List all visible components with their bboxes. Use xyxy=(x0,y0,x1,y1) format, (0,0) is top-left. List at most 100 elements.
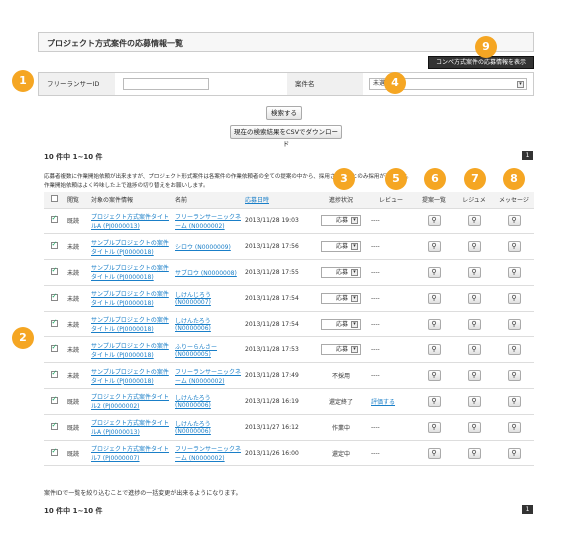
status-select[interactable]: 応募 ▾ xyxy=(321,292,361,304)
project-link[interactable]: プロジェクト方式案件タイトルA (PJ0000013) xyxy=(91,420,169,436)
compe-info-button[interactable]: コンペ方式案件の応募情報を表示 xyxy=(428,56,534,69)
project-link[interactable]: サンプルプロジェクトの案件タイトル (PJ0000018) xyxy=(91,343,169,359)
status-select[interactable]: 応募 ▾ xyxy=(321,241,361,253)
resume-view-button[interactable]: ⚲ xyxy=(467,241,481,253)
status-text: 不採用 xyxy=(331,373,350,381)
project-link[interactable]: プロジェクト方式案件タイトル2 (PJ0000002) xyxy=(91,394,169,410)
message-view-button[interactable]: ⚲ xyxy=(507,241,521,253)
resume-cell: ⚲ xyxy=(454,311,494,338)
read-status: 未読 xyxy=(64,336,88,364)
message-view-button[interactable]: ⚲ xyxy=(507,370,521,382)
project-link[interactable]: サンプルプロジェクトの案件タイトル (PJ0000018) xyxy=(91,317,169,333)
row-checkbox[interactable] xyxy=(50,447,58,456)
status-cell: 応募 ▾ xyxy=(314,285,368,312)
proposals-cell: ⚲ xyxy=(414,388,454,415)
row-checkbox[interactable] xyxy=(50,421,58,430)
freelancer-link[interactable]: しけんたろう (N0000006) xyxy=(175,421,211,435)
review-cell: ---- xyxy=(368,362,414,390)
project-link[interactable]: サンプルプロジェクトの案件タイトル (PJ0000018) xyxy=(91,240,169,256)
resume-view-button[interactable]: ⚲ xyxy=(467,395,481,407)
proposals-view-button[interactable]: ⚲ xyxy=(427,344,441,356)
pager-page-1-bottom[interactable]: 1 xyxy=(522,505,533,514)
message-view-button[interactable]: ⚲ xyxy=(507,292,521,304)
csv-download-button[interactable]: 現在の検索結果をCSVでダウンロード xyxy=(230,125,342,148)
status-cell: 応募 ▾ xyxy=(314,208,368,235)
row-checkbox[interactable] xyxy=(50,343,58,353)
message-view-button[interactable]: ⚲ xyxy=(507,447,521,459)
resume-view-button[interactable]: ⚲ xyxy=(467,447,481,459)
project-link[interactable]: プロジェクト方式案件タイトル7 (PJ0000007) xyxy=(91,446,169,462)
resume-view-button[interactable]: ⚲ xyxy=(467,266,481,278)
row-checkbox[interactable] xyxy=(50,369,58,379)
header-date[interactable]: 応募日時 xyxy=(242,192,314,209)
header-select-all[interactable] xyxy=(44,192,64,209)
project-link[interactable]: サンプルプロジェクトの案件タイトル (PJ0000018) xyxy=(91,369,169,385)
freelancer-link[interactable]: しけんたろう (N0000006) xyxy=(175,318,211,332)
status-select[interactable]: 応募 ▾ xyxy=(321,215,361,227)
row-select-cell xyxy=(44,285,64,312)
row-checkbox[interactable] xyxy=(50,318,58,327)
resume-view-button[interactable]: ⚲ xyxy=(467,215,481,227)
freelancer-id-input[interactable] xyxy=(123,78,209,90)
message-view-button[interactable]: ⚲ xyxy=(507,395,521,407)
row-checkbox[interactable] xyxy=(50,214,58,224)
proposals-view-button[interactable]: ⚲ xyxy=(427,241,441,253)
status-select[interactable]: 応募 ▾ xyxy=(321,266,361,278)
proposals-view-button[interactable]: ⚲ xyxy=(427,292,441,304)
freelancer-id-label: フリーランサーID xyxy=(39,73,115,95)
row-select-cell xyxy=(44,440,64,467)
resume-view-button[interactable]: ⚲ xyxy=(467,318,481,330)
message-view-button[interactable]: ⚲ xyxy=(507,421,521,433)
freelancer-link[interactable]: サブロウ (N0000008) xyxy=(175,270,237,277)
resume-view-button[interactable]: ⚲ xyxy=(467,292,481,304)
notice-line-1: 応募者複数に作業開始依頼が出来ますが、プロジェクト形式案件は各案件の作業依頼者の… xyxy=(44,174,412,180)
page-title: プロジェクト方式案件の応募情報一覧 xyxy=(38,32,534,52)
pager-page-1-top[interactable]: 1 xyxy=(522,151,533,160)
freelancer-link[interactable]: フリーランサーニックネーム (N0000002) xyxy=(175,446,241,462)
header-status: 進捗状況 xyxy=(314,192,368,209)
freelancer-link[interactable]: しけんたろう (N0000006) xyxy=(175,395,211,409)
message-view-button[interactable]: ⚲ xyxy=(507,215,521,227)
row-select-cell xyxy=(44,311,64,338)
status-select[interactable]: 応募 ▾ xyxy=(321,318,361,330)
message-view-button[interactable]: ⚲ xyxy=(507,318,521,330)
project-link[interactable]: サンプルプロジェクトの案件タイトル (PJ0000018) xyxy=(91,265,169,281)
freelancer-link[interactable]: しけんじろう (N0000007) xyxy=(175,292,211,306)
resume-view-button[interactable]: ⚲ xyxy=(467,421,481,433)
search-icon: ⚲ xyxy=(511,371,517,380)
proposals-view-button[interactable]: ⚲ xyxy=(427,370,441,382)
proposals-view-button[interactable]: ⚲ xyxy=(427,421,441,433)
review-value[interactable]: 評価する xyxy=(371,399,395,406)
freelancer-link[interactable]: ふりーらんさー (N0000005) xyxy=(175,344,217,358)
freelancer-link[interactable]: フリーランサーニックネーム (N0000002) xyxy=(175,214,241,230)
review-cell: ---- xyxy=(368,311,414,338)
freelancer-link[interactable]: シロウ (N0000009) xyxy=(175,244,231,251)
status-select[interactable]: 応募 ▾ xyxy=(321,344,361,356)
row-checkbox[interactable] xyxy=(50,266,58,275)
proposals-view-button[interactable]: ⚲ xyxy=(427,447,441,459)
project-link[interactable]: サンプルプロジェクトの案件タイトル (PJ0000018) xyxy=(91,291,169,307)
row-checkbox[interactable] xyxy=(50,240,58,250)
review-value: ---- xyxy=(371,372,380,380)
resume-view-button[interactable]: ⚲ xyxy=(467,344,481,356)
proposals-view-button[interactable]: ⚲ xyxy=(427,318,441,330)
search-icon: ⚲ xyxy=(431,422,437,431)
message-view-button[interactable]: ⚲ xyxy=(507,344,521,356)
resume-view-button[interactable]: ⚲ xyxy=(467,370,481,382)
select-all-checkbox[interactable] xyxy=(50,195,58,203)
row-checkbox[interactable] xyxy=(50,292,58,301)
proposals-cell: ⚲ xyxy=(414,285,454,312)
message-cell: ⚲ xyxy=(494,414,534,441)
name-link-cell: しけんたろう (N0000006) xyxy=(172,414,242,441)
proposals-view-button[interactable]: ⚲ xyxy=(427,215,441,227)
message-view-button[interactable]: ⚲ xyxy=(507,266,521,278)
freelancer-link[interactable]: フリーランサーニックネーム (N0000002) xyxy=(175,369,241,385)
proposals-view-button[interactable]: ⚲ xyxy=(427,395,441,407)
read-status: 未読 xyxy=(64,362,88,390)
search-button[interactable]: 検索する xyxy=(266,106,302,120)
applied-date: 2013/11/28 17:49 xyxy=(242,362,314,390)
project-link[interactable]: プロジェクト方式案件タイトルA (PJ0000013) xyxy=(91,214,169,230)
applied-date: 2013/11/28 17:56 xyxy=(242,233,314,261)
row-checkbox[interactable] xyxy=(50,395,58,404)
proposals-view-button[interactable]: ⚲ xyxy=(427,266,441,278)
